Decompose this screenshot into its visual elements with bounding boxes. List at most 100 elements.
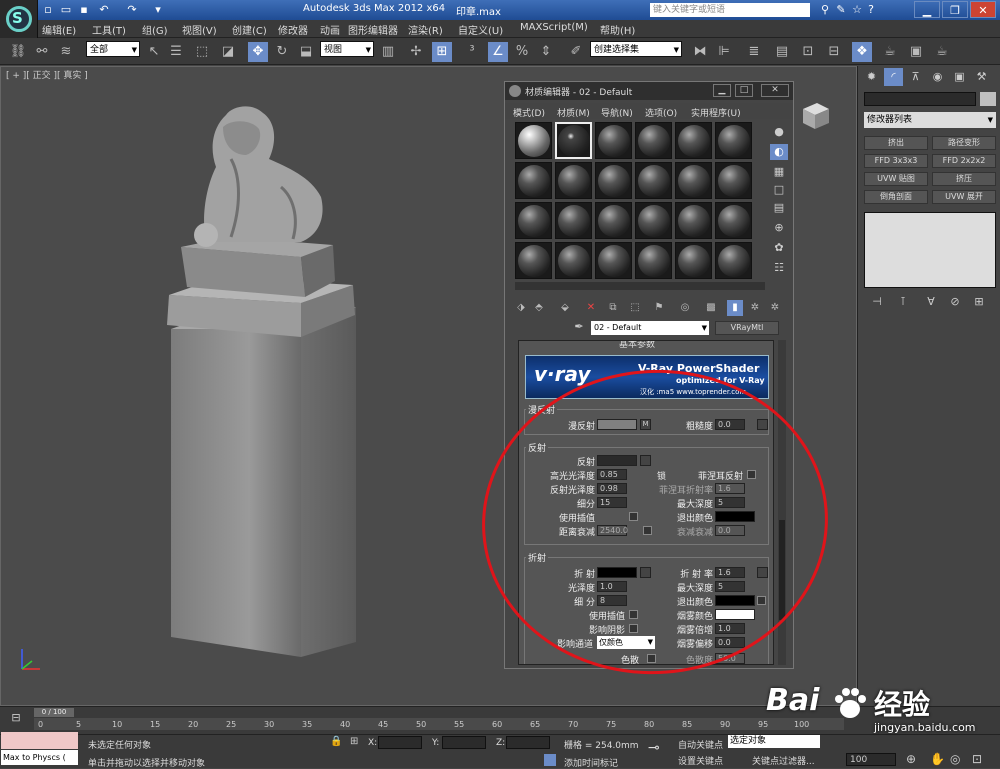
spinner-snap-icon[interactable]: ⇕	[536, 42, 556, 62]
z-coord-input[interactable]	[506, 736, 550, 749]
sample-slot-selected[interactable]	[555, 122, 592, 159]
binoculars-icon[interactable]: ⚲	[818, 3, 832, 17]
auto-key-button[interactable]: 自动关键点	[678, 738, 723, 751]
make-copy-icon[interactable]: ⧉	[605, 300, 621, 316]
sample-slot[interactable]	[515, 122, 552, 159]
zoom-icon[interactable]: ⊕	[906, 752, 916, 766]
reference-coord-dropdown[interactable]: 视图 ▼	[320, 41, 374, 57]
menu-edit[interactable]: 编辑(E)	[42, 22, 76, 37]
open-file-icon[interactable]: ▭	[58, 2, 74, 17]
render-setup-icon[interactable]: ☕	[880, 42, 900, 62]
sample-slot[interactable]	[715, 242, 752, 279]
maximize-viewport-icon[interactable]: ⊡	[972, 752, 982, 766]
go-forward-icon[interactable]: ✲	[767, 300, 783, 316]
me-menu-utilities[interactable]: 实用程序(U)	[691, 106, 741, 119]
modifier-stack[interactable]	[864, 212, 996, 288]
scale-icon[interactable]: ⬓	[296, 42, 316, 62]
restore-button[interactable]: ❐	[942, 1, 968, 18]
render-production-icon[interactable]: ☕	[932, 42, 952, 62]
sample-type-icon[interactable]: ●	[770, 124, 788, 140]
sample-slot[interactable]	[555, 242, 592, 279]
selection-lock-icon[interactable]: 🔒	[330, 736, 342, 747]
rect-selection-icon[interactable]: ⬚	[192, 42, 212, 62]
select-object-icon[interactable]: ↖	[144, 42, 164, 62]
sample-slot[interactable]	[555, 162, 592, 199]
material-id-icon[interactable]: ◎	[677, 300, 693, 316]
edit-named-selection-icon[interactable]: ✐	[566, 42, 586, 62]
menu-create[interactable]: 创建(C)	[232, 22, 267, 37]
material-editor-icon[interactable]: ❖	[852, 42, 872, 62]
assign-material-icon[interactable]: ⬙	[557, 300, 573, 316]
utilities-tab-icon[interactable]: ⚒	[972, 68, 991, 86]
sample-slot[interactable]	[595, 242, 632, 279]
pin-stack-icon[interactable]: ⊣	[868, 294, 886, 310]
select-manipulate-icon[interactable]: ✢	[406, 42, 426, 62]
y-coord-input[interactable]	[442, 736, 486, 749]
help-icon[interactable]: ?	[864, 3, 878, 17]
me-menu-material[interactable]: 材质(M)	[557, 106, 590, 119]
put-material-icon[interactable]: ⬘	[531, 300, 547, 316]
select-by-name-icon[interactable]: ☰	[166, 42, 186, 62]
curve-editor-icon[interactable]: ⊡	[798, 42, 818, 62]
new-file-icon[interactable]: ▫	[40, 2, 56, 17]
sample-slot[interactable]	[515, 202, 552, 239]
sample-slot[interactable]	[595, 122, 632, 159]
sample-slot[interactable]	[635, 202, 672, 239]
angle-snap-icon[interactable]: ∠	[488, 42, 508, 62]
wrench-icon[interactable]: ✎	[834, 3, 848, 17]
schematic-view-icon[interactable]: ⊟	[824, 42, 844, 62]
object-color-swatch[interactable]	[980, 92, 996, 106]
modifier-button-bevel-profile[interactable]: 倒角剖面	[864, 190, 928, 204]
menu-group[interactable]: 组(G)	[142, 22, 168, 37]
help-search-input[interactable]: 键入关键字或短语	[650, 3, 810, 17]
eyedropper-icon[interactable]: ✒	[571, 320, 587, 336]
unlink-icon[interactable]: ⚯	[32, 42, 52, 62]
absolute-mode-icon[interactable]: ⊞	[350, 736, 358, 747]
x-coord-input[interactable]	[378, 736, 422, 749]
menu-rendering[interactable]: 渲染(R)	[408, 22, 443, 37]
quick-access-dropdown-icon[interactable]: ▾	[150, 2, 166, 17]
sample-slot[interactable]	[515, 242, 552, 279]
menu-views[interactable]: 视图(V)	[182, 22, 217, 37]
menu-graph-editors[interactable]: 图形编辑器	[348, 22, 398, 37]
add-time-tag[interactable]: 添加时间标记	[564, 756, 618, 769]
snap-3d-icon[interactable]: ³	[462, 42, 482, 62]
orbit-icon[interactable]: ◎	[950, 752, 960, 766]
set-key-icon[interactable]: ⊸	[648, 740, 660, 756]
menu-modifiers[interactable]: 修改器	[278, 22, 308, 37]
sample-slot[interactable]	[675, 242, 712, 279]
rendered-frame-icon[interactable]: ▣	[906, 42, 926, 62]
video-color-check-icon[interactable]: ▤	[770, 200, 788, 216]
modifier-button-ffd333[interactable]: FFD 3x3x3	[864, 154, 928, 168]
modifier-list-dropdown[interactable]: 修改器列表 ▼	[864, 112, 996, 128]
sample-slot[interactable]	[555, 202, 592, 239]
menu-help[interactable]: 帮助(H)	[600, 22, 635, 37]
show-end-result-icon[interactable]: ▮	[727, 300, 743, 316]
modifier-button-unwrap-uvw[interactable]: UVW 展开	[932, 190, 996, 204]
keyboard-shortcut-icon[interactable]: ⊞	[432, 42, 452, 62]
modifier-button-squeeze[interactable]: 挤压	[932, 172, 996, 186]
sample-slot[interactable]	[715, 122, 752, 159]
sample-uv-tiling-icon[interactable]: □	[770, 182, 788, 198]
pivot-center-icon[interactable]: ▥	[378, 42, 398, 62]
time-tag-icon[interactable]	[544, 754, 556, 766]
select-by-material-icon[interactable]: ☷	[770, 260, 788, 276]
me-close-button[interactable]: ✕	[761, 84, 789, 97]
me-menu-navigation[interactable]: 导航(N)	[601, 106, 633, 119]
link-icon[interactable]: ⛓	[8, 42, 28, 62]
me-maximize-button[interactable]: □	[735, 84, 753, 97]
sample-slot[interactable]	[635, 242, 672, 279]
graphite-tools-icon[interactable]: ▤	[772, 42, 792, 62]
current-frame-input[interactable]: 100	[846, 753, 896, 766]
layer-manager-icon[interactable]: ≣	[744, 42, 764, 62]
align-icon[interactable]: ⊫	[714, 42, 734, 62]
pan-icon[interactable]: ✋	[930, 752, 945, 766]
bind-space-warp-icon[interactable]: ≋	[56, 42, 76, 62]
hierarchy-tab-icon[interactable]: ⊼	[906, 68, 925, 86]
menu-animation[interactable]: 动画	[320, 22, 340, 37]
sample-slot[interactable]	[595, 162, 632, 199]
key-filters-button[interactable]: 关键点过滤器...	[752, 754, 815, 767]
me-menu-options[interactable]: 选项(O)	[645, 106, 677, 119]
save-file-icon[interactable]: ▪	[76, 2, 92, 17]
sample-slot[interactable]	[595, 202, 632, 239]
